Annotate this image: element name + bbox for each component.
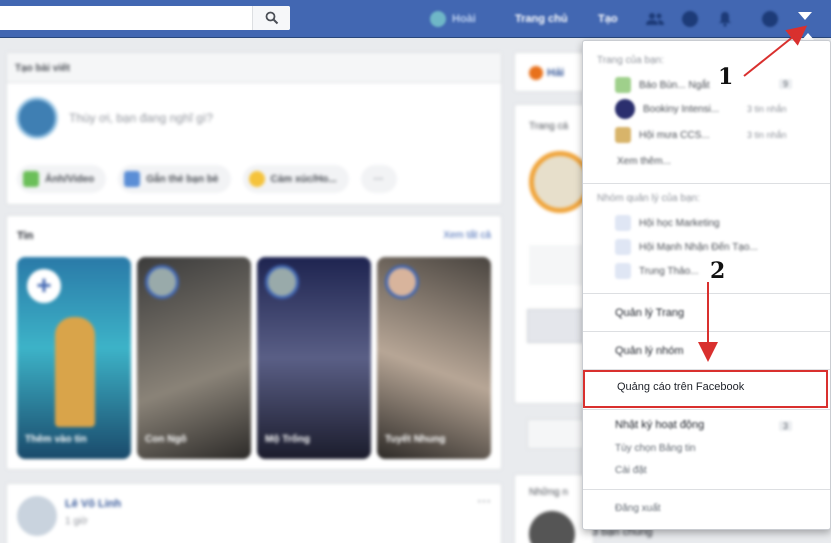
page-icon [529,66,543,80]
search-icon [265,11,278,25]
page-icon [615,77,631,93]
search-button[interactable] [252,6,290,30]
pages-section-title: Trang của bạn: [597,55,664,66]
activity-log-badge: 3 [779,421,793,431]
group-item[interactable]: Hội học Marketing [615,213,720,233]
avatar [145,265,179,299]
avatar [16,97,58,139]
group-icon [615,263,631,279]
avatar [385,265,419,299]
post-author[interactable]: Lê Võ Linh [65,498,121,510]
more-options-button[interactable]: ··· [360,165,397,193]
feed-post: Lê Võ Linh 1 giờ ··· [6,483,502,543]
divider [583,331,830,332]
manage-pages-item[interactable]: Quản lý Trang [615,307,684,319]
avatar[interactable] [17,496,57,536]
see-all-stories-link[interactable]: Xem tất cả [443,230,491,241]
page-icon [615,127,631,143]
activity-log-item[interactable]: Nhật ký hoạt động [615,419,704,431]
nav-profile-link[interactable]: Hoài [430,0,476,38]
page-badge: 9 [779,79,793,89]
divider [583,183,830,184]
page-icon [615,99,635,119]
avatar [529,511,575,543]
page-item[interactable]: Hội mưa CCS... 3 tin nhắn [615,125,787,145]
feeling-button[interactable]: Cảm xúc/Ho... [242,165,349,193]
post-options-button[interactable]: ··· [477,492,491,508]
page-item[interactable]: Bookiny Intensi... 3 tin nhắn [615,99,787,119]
top-navigation-bar: Hoài Trang chủ Tạo [0,0,831,38]
notifications-icon[interactable] [715,9,735,29]
divider [583,293,830,294]
friend-requests-icon[interactable] [645,9,665,29]
group-item[interactable]: Trung Thảo... [615,261,698,281]
composer-card: Tạo bài viết Thùy ơi, bạn đang nghĩ gì? … [6,52,502,205]
step-1-label: 1 [718,64,734,90]
logout-item[interactable]: Đăng xuất [615,503,661,514]
group-item[interactable]: Hội Mạnh Nhận Đến Tạo... [615,237,758,257]
tag-friends-button[interactable]: Gắn thẻ bạn bè [118,165,231,193]
tag-icon [124,171,141,187]
group-icon [615,239,631,255]
settings-item[interactable]: Cài đặt [615,465,647,476]
account-menu-caret-icon[interactable] [798,12,812,20]
groups-section-title: Nhóm quản lý của bạn: [597,193,700,204]
nav-create-link[interactable]: Tạo [598,0,618,38]
divider [583,409,830,410]
composer-input[interactable]: Thùy ơi, bạn đang nghĩ gì? [69,111,213,125]
avatar [265,265,299,299]
photo-icon [23,171,39,187]
search-input[interactable] [0,6,290,30]
manage-groups-item[interactable]: Quản lý nhóm [615,345,683,357]
story-card[interactable]: Tuyết Nhung [377,257,491,459]
help-icon[interactable] [760,9,780,29]
nav-home-link[interactable]: Trang chủ [515,0,568,38]
composer-title: Tạo bài viết [7,53,501,83]
story-card[interactable]: Con Ngô [137,257,251,459]
profile-name: Hoài [452,13,476,25]
post-timestamp[interactable]: 1 giờ [65,516,88,527]
messenger-icon[interactable] [680,9,700,29]
see-more-pages-link[interactable]: Xem thêm... [617,151,671,171]
group-icon [615,215,631,231]
advertise-on-facebook-item[interactable]: Quảng cáo trên Facebook [617,381,744,393]
add-story-icon: + [27,269,61,303]
step-2-label: 2 [710,258,726,284]
avatar [430,11,446,27]
stories-card: Tin Xem tất cả + Thêm vào tin Con Ngô Mộ… [6,215,502,470]
photo-video-button[interactable]: Ảnh/Video [17,165,107,193]
story-card[interactable]: + Thêm vào tin [17,257,131,459]
account-dropdown-menu: Trang của bạn: Báo Bùn... Ngắt 9 Bookiny… [582,40,831,530]
page-item[interactable]: Báo Bùn... Ngắt [615,75,710,95]
emoji-icon [248,171,265,187]
stories-title: Tin [17,230,34,242]
story-card[interactable]: Mộ Trống [257,257,371,459]
right-column-button[interactable] [529,245,589,285]
divider [583,489,830,490]
news-feed-preferences-item[interactable]: Tùy chọn Bảng tin [615,443,696,454]
